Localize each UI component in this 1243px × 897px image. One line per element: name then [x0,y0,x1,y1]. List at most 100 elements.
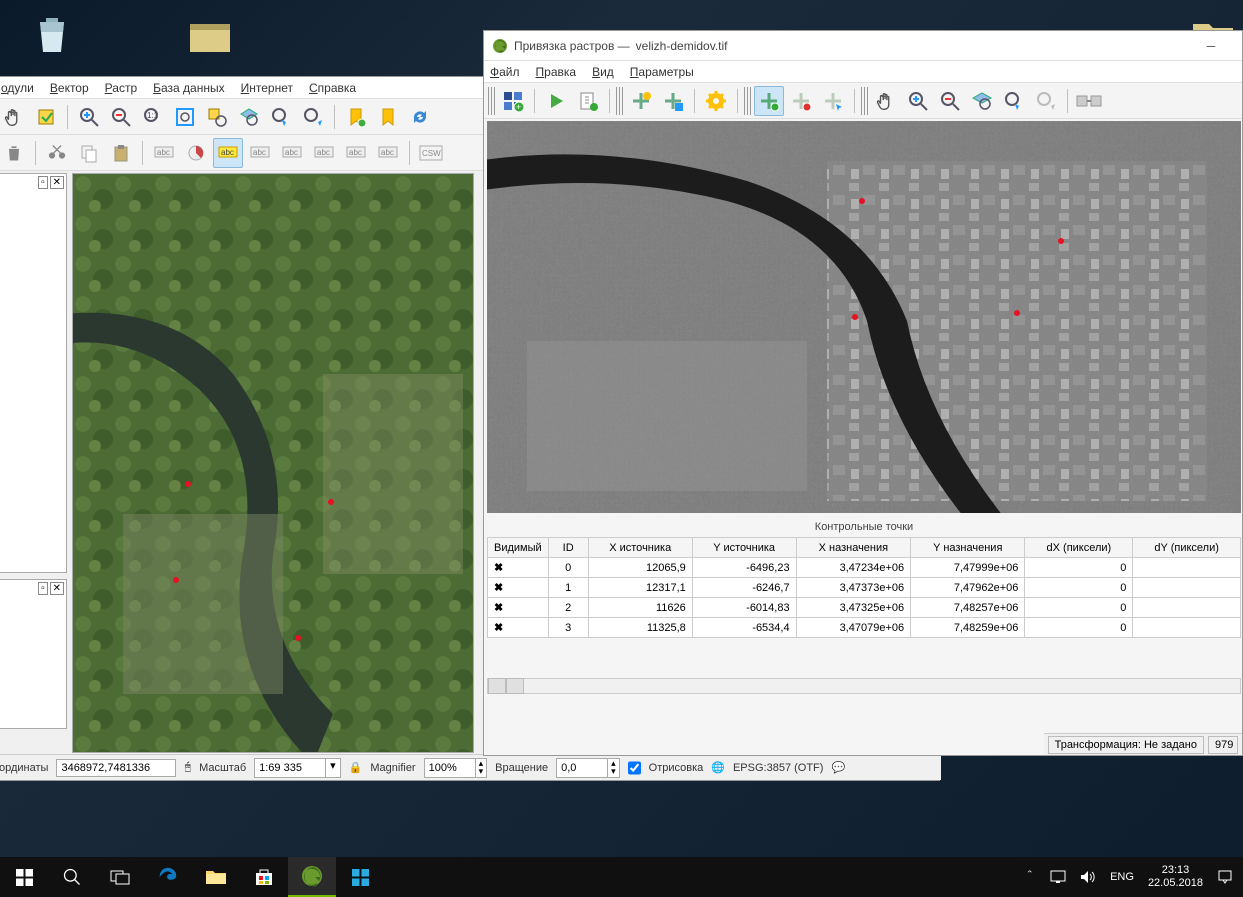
rotation-spinner[interactable]: ▴▾ [607,759,619,777]
show-bookmarks-button[interactable] [373,102,403,132]
file-explorer-button[interactable] [192,857,240,897]
move-point-button[interactable] [818,86,848,116]
edge-button[interactable] [144,857,192,897]
tray-notifications-icon[interactable] [1217,869,1233,885]
menu-help[interactable]: Справка [309,81,356,95]
store-button[interactable] [240,857,288,897]
menu-modules[interactable]: одули [1,81,34,95]
col-xd[interactable]: X назначения [796,538,911,558]
menu-raster[interactable]: Растр [105,81,137,95]
cut-button[interactable] [42,138,72,168]
browser-panel[interactable]: ▫ ✕ [0,579,67,729]
label-rotate-tool[interactable]: abc [341,138,371,168]
link-georef-to-qgis-button[interactable] [1074,86,1104,116]
window-minimize-button[interactable]: ─ [1188,32,1234,60]
menu-view[interactable]: Вид [592,65,614,79]
tray-language[interactable]: ENG [1110,871,1134,883]
transformation-settings-button[interactable] [701,86,731,116]
col-ys[interactable]: Y источника [692,538,796,558]
paste-button[interactable] [106,138,136,168]
table-row[interactable]: ✖211626-6014,833,47325e+067,48257e+060 [488,598,1241,618]
georef-zoom-last-button[interactable] [999,86,1029,116]
start-button[interactable] [0,857,48,897]
delete-point-button[interactable] [786,86,816,116]
delete-button[interactable] [0,138,29,168]
zoom-to-layer-button[interactable] [234,102,264,132]
gcp-table[interactable]: Видимый ID X источника Y источника X наз… [487,537,1241,638]
zoom-out-button[interactable] [106,102,136,132]
refresh-button[interactable] [405,102,435,132]
zoom-full-button[interactable] [170,102,200,132]
col-yd[interactable]: Y назначения [911,538,1025,558]
table-row[interactable]: ✖112317,1-6246,73,47373e+067,47962e+060 [488,578,1241,598]
menu-params[interactable]: Параметры [630,65,694,79]
georef-zoom-in-button[interactable] [903,86,933,116]
label-show-tool[interactable]: abc [277,138,307,168]
generate-script-button[interactable] [573,86,603,116]
search-button[interactable] [48,857,96,897]
qgis-taskbar-button[interactable] [288,857,336,897]
tray-network-icon[interactable] [1050,870,1066,884]
task-view-button[interactable] [96,857,144,897]
label-tool-1[interactable]: abc [149,138,179,168]
crs-label[interactable]: EPSG:3857 (OTF) [733,762,823,774]
menu-vector[interactable]: Вектор [50,81,89,95]
desktop-recycle-bin[interactable] [14,12,90,60]
col-id[interactable]: ID [548,538,588,558]
system-tray[interactable]: ＾ ENG 23:13 22.05.2018 [1023,864,1243,890]
table-row[interactable]: ✖012065,9-6496,233,47234e+067,47999e+060 [488,558,1241,578]
georef-canvas[interactable] [487,121,1241,513]
georef-zoom-layer-button[interactable] [967,86,997,116]
new-bookmark-button[interactable] [341,102,371,132]
panel-restore-icon[interactable]: ▫ [38,582,48,595]
desktop-folder-1[interactable] [172,12,248,60]
zoom-in-button[interactable] [74,102,104,132]
col-dy[interactable]: dY (пиксели) [1133,538,1241,558]
open-raster-button[interactable]: + [498,86,528,116]
mouse-extents-icon[interactable]: 🖰 [184,761,191,774]
start-georef-button[interactable] [541,86,571,116]
menu-db[interactable]: База данных [153,81,224,95]
label-pin-tool[interactable]: abc [245,138,275,168]
crs-icon[interactable]: 🌐 [711,761,725,774]
load-gcp-button[interactable] [626,86,656,116]
menu-edit[interactable]: Правка [536,65,577,79]
rotation-input[interactable] [557,759,607,777]
georef-titlebar[interactable]: Привязка растров — velizh-demidov.tif ─ [484,31,1242,61]
menu-internet[interactable]: Интернет [241,81,293,95]
col-dx[interactable]: dX (пиксели) [1025,538,1133,558]
zoom-to-selection-button[interactable] [202,102,232,132]
georef-menubar[interactable]: Файл Правка Вид Параметры [484,61,1242,83]
coord-input[interactable] [56,759,176,777]
panel-restore-icon[interactable]: ▫ [38,176,48,189]
messages-icon[interactable]: 💬 [831,761,845,774]
col-xs[interactable]: X источника [588,538,692,558]
pan-to-selection-button[interactable] [31,102,61,132]
scale-dropdown-icon[interactable]: ▾ [325,759,340,777]
windows-taskbar[interactable]: ＾ ENG 23:13 22.05.2018 [0,857,1243,897]
pan-button[interactable] [0,102,29,132]
col-visible[interactable]: Видимый [488,538,549,558]
csw-button[interactable]: CSW [416,138,446,168]
zoom-next-button[interactable] [298,102,328,132]
save-gcp-button[interactable] [658,86,688,116]
label-change-tool[interactable]: abc [373,138,403,168]
copy-button[interactable] [74,138,104,168]
gcp-horizontal-scrollbar[interactable] [487,678,1241,694]
georef-zoom-out-button[interactable] [935,86,965,116]
tray-date[interactable]: 22.05.2018 [1148,877,1203,890]
layers-panel[interactable]: ▫ ✕ [0,173,67,573]
georef-zoom-next-button[interactable] [1031,86,1061,116]
add-point-button[interactable] [754,86,784,116]
lock-icon[interactable]: 🔒 [349,761,363,774]
zoom-last-button[interactable] [266,102,296,132]
label-move-tool[interactable]: abc [309,138,339,168]
tray-time[interactable]: 23:13 [1148,864,1203,877]
render-checkbox[interactable] [628,759,641,777]
label-highlight-tool[interactable]: abc [213,138,243,168]
scale-input[interactable] [255,759,325,777]
magnifier-spinner[interactable]: ▴▾ [475,759,487,777]
menu-file[interactable]: Файл [490,65,520,79]
tray-chevron-icon[interactable]: ＾ [1023,868,1036,887]
tray-volume-icon[interactable] [1080,870,1096,884]
